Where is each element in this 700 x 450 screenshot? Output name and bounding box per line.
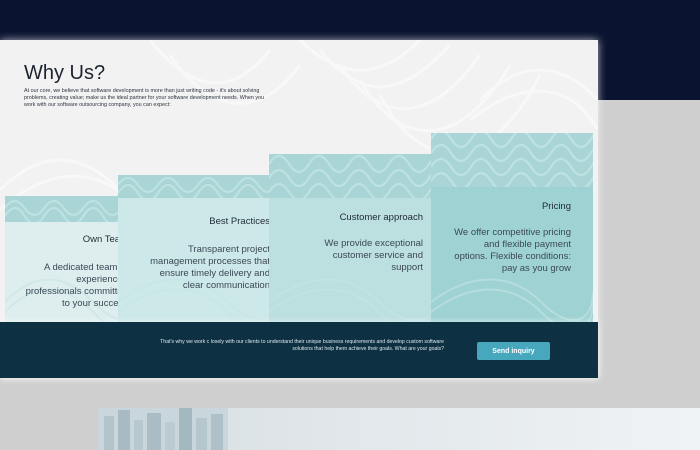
next-section-preview	[98, 408, 700, 450]
section-intro: At our core, we believe that software de…	[24, 88, 265, 109]
next-section-background	[228, 408, 700, 450]
section-title: Why Us?	[24, 62, 106, 84]
card-body: Best Practices Transparent project manag…	[118, 198, 292, 322]
city-photo	[98, 408, 228, 450]
card-title: Customer approach	[339, 212, 423, 223]
card-pattern-strip	[118, 175, 292, 198]
card-pattern-strip	[431, 133, 593, 187]
send-inquiry-button[interactable]: Send inquiry	[477, 342, 550, 360]
card-body: Pricing We offer competitive pricing and…	[431, 187, 593, 322]
cta-text: That's why we work c losely with our cli…	[160, 339, 444, 353]
card-title: Pricing	[541, 201, 571, 212]
card-customer-approach: Customer approach We provide exceptional…	[269, 154, 443, 322]
card-pricing: Pricing We offer competitive pricing and…	[431, 133, 593, 322]
card-description: We offer competitive pricing and flexibl…	[454, 227, 571, 274]
card-description: We provide exceptional customer service …	[324, 238, 423, 273]
card-description: A dedicated team of experienced professi…	[25, 262, 128, 309]
card-body: Customer approach We provide exceptional…	[269, 198, 443, 322]
card-pattern-strip	[269, 154, 443, 198]
card-title: Best Practices	[209, 216, 270, 227]
card-best-practices: Best Practices Transparent project manag…	[118, 175, 292, 322]
card-description: Transparent project management processes…	[150, 244, 270, 291]
